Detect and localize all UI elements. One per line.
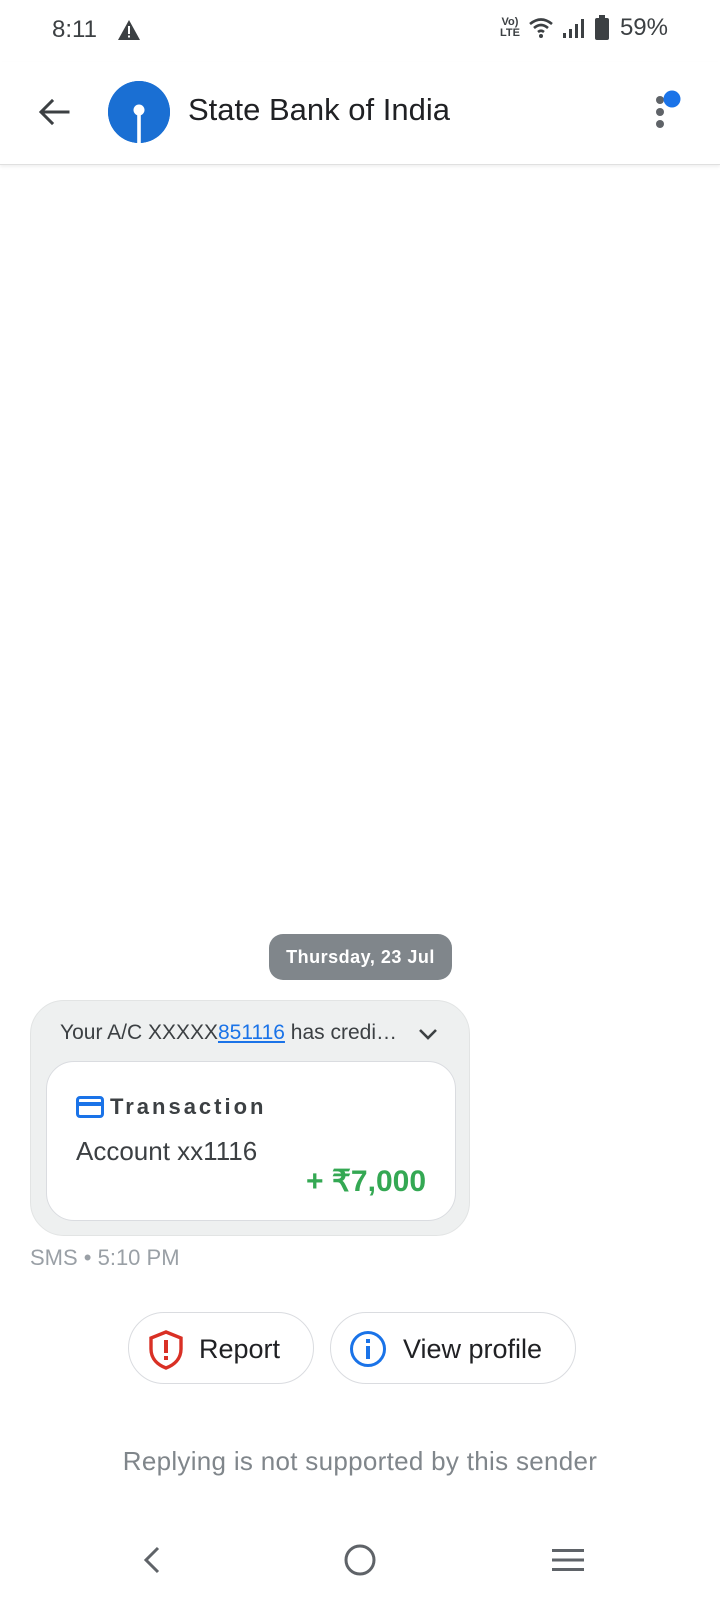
card-title: Transaction — [110, 1094, 267, 1119]
nav-back-icon — [143, 1546, 160, 1574]
nav-recents-button[interactable] — [538, 1530, 598, 1590]
sender-avatar[interactable] — [108, 81, 170, 143]
more-vert-icon — [656, 90, 681, 128]
more-options-button[interactable] — [650, 84, 700, 144]
signal-icon — [562, 19, 584, 38]
report-label: Report — [199, 1334, 281, 1364]
message-preview[interactable]: Your A/C XXXXX851116 has credi… — [60, 1021, 410, 1045]
account-number-link[interactable]: 851116 — [218, 1021, 285, 1044]
view-profile-label: View profile — [403, 1334, 543, 1364]
message-meta: SMS • 5:10 PM — [30, 1245, 180, 1270]
status-time: 8:11 — [52, 16, 97, 43]
info-icon — [350, 1331, 386, 1367]
nav-home-icon — [344, 1544, 376, 1576]
date-divider: Thursday, 23 Jul — [269, 934, 452, 980]
card-icon — [76, 1096, 104, 1118]
wifi-icon — [529, 18, 553, 38]
battery-percent: 59% — [619, 14, 668, 41]
report-button[interactable]: Report — [128, 1312, 314, 1384]
chevron-down-icon[interactable] — [413, 1019, 443, 1049]
status-icons: Vo) LTE 59% — [500, 14, 668, 42]
app-bar: State Bank of India — [0, 62, 720, 165]
nav-recents-icon — [552, 1549, 584, 1571]
shield-alert-icon — [149, 1330, 183, 1370]
card-account: Account xx1116 — [76, 1136, 258, 1166]
system-nav-bar — [0, 1530, 720, 1600]
transaction-amount: + ₹7,000 — [305, 1165, 426, 1198]
status-bar: 8:11 Vo) LTE 59% — [0, 0, 720, 62]
transaction-card[interactable]: Transaction Account xx1116 + ₹7,000 — [46, 1061, 456, 1221]
nav-back-button[interactable] — [123, 1530, 183, 1590]
back-button[interactable] — [30, 88, 78, 136]
back-arrow-icon — [38, 98, 70, 126]
message-bubble[interactable]: Your A/C XXXXX851116 has credi… Transact… — [30, 1000, 470, 1236]
reply-disabled-note: Replying is not supported by this sender — [122, 1446, 598, 1476]
sbi-logo — [108, 81, 170, 143]
conversation-title[interactable]: State Bank of India — [188, 92, 450, 128]
nav-home-button[interactable] — [330, 1530, 390, 1590]
view-profile-button[interactable]: View profile — [330, 1312, 576, 1384]
volte-indicator: Vo) LTE — [499, 16, 520, 39]
warning-icon — [118, 20, 140, 40]
battery-icon — [594, 15, 609, 40]
